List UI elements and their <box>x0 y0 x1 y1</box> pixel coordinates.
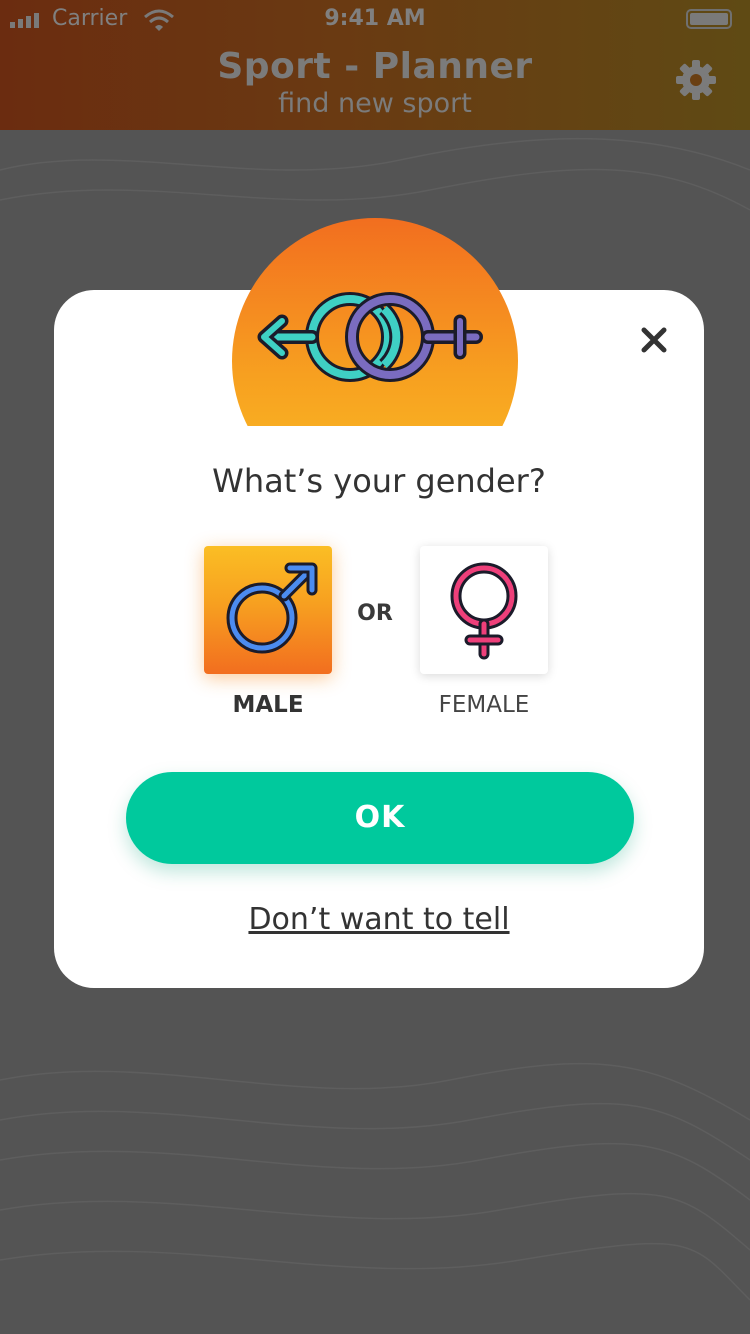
gear-icon[interactable] <box>674 58 718 102</box>
ok-button[interactable]: OK <box>126 772 634 864</box>
female-option-label: FEMALE <box>438 692 530 718</box>
or-separator: OR <box>357 601 393 626</box>
male-symbol-icon <box>226 562 318 654</box>
female-symbol-icon <box>450 562 518 660</box>
female-option-button[interactable] <box>420 546 548 674</box>
close-icon[interactable] <box>636 322 672 358</box>
status-bar: Carrier 9:41 AM <box>0 0 750 40</box>
status-time: 9:41 AM <box>324 6 426 31</box>
app-title: Sport - Planner <box>217 46 533 87</box>
battery-icon <box>686 9 732 29</box>
dialog-question: What’s your gender? <box>212 462 546 500</box>
dont-want-to-tell-link[interactable]: Don’t want to tell <box>54 902 704 937</box>
intertwined-gender-symbols-icon <box>257 292 483 382</box>
app-subtitle: find new sport <box>278 88 472 119</box>
male-option-label: MALE <box>232 692 304 718</box>
app-header: Carrier 9:41 AM Sport - Planner find new… <box>0 0 750 130</box>
male-option-button[interactable] <box>204 546 332 674</box>
